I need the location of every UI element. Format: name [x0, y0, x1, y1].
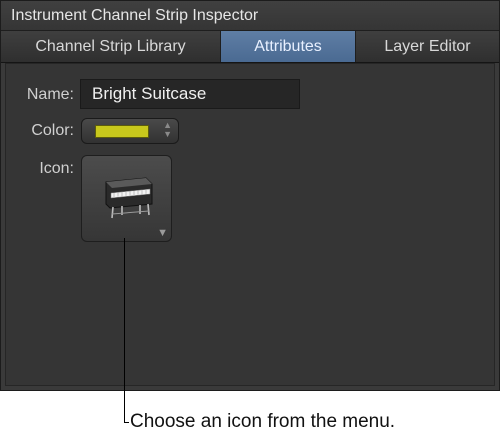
tab-bar: Channel Strip Library Attributes Layer E… [1, 31, 499, 63]
color-popup[interactable]: ▲ ▼ [81, 118, 179, 144]
updown-arrows-icon: ▲ ▼ [163, 120, 172, 139]
icon-label: Icon: [39, 160, 74, 177]
name-label: Name: [26, 86, 74, 103]
tab-layer-editor[interactable]: Layer Editor [356, 31, 499, 62]
tab-channel-strip-library[interactable]: Channel Strip Library [1, 31, 221, 62]
icon-menu-button[interactable]: ▼ [81, 155, 172, 242]
callout-line [124, 238, 125, 423]
attributes-pane [5, 63, 495, 386]
callout-caption: Choose an icon from the menu. [130, 411, 396, 432]
color-label: Color: [31, 122, 74, 139]
inspector-title: Instrument Channel Strip Inspector [1, 1, 499, 31]
color-swatch [95, 125, 149, 138]
name-field[interactable]: Bright Suitcase [80, 79, 300, 109]
electric-piano-icon [105, 177, 153, 219]
menu-arrow-icon: ▼ [157, 227, 168, 239]
inspector-panel: Instrument Channel Strip Inspector Chann… [0, 0, 500, 391]
tab-attributes[interactable]: Attributes [221, 31, 356, 62]
callout-tick [124, 422, 129, 423]
